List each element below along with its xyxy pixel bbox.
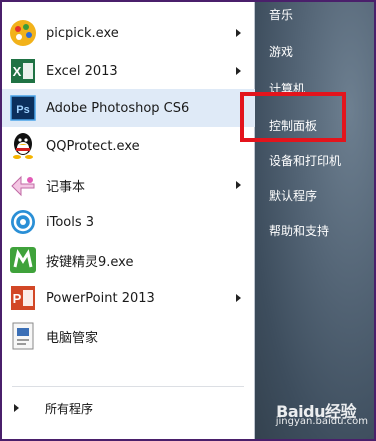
program-item-itools[interactable]: iTools 3 [2, 203, 255, 241]
separator [12, 386, 244, 387]
program-label: Adobe Photoshop CS6 [46, 100, 190, 116]
program-label: Excel 2013 [46, 63, 118, 79]
powerpoint-icon-glyph: P [13, 291, 22, 306]
watermark: Baidu经验 jingyan.baidu.com [250, 398, 374, 438]
program-item-notepad[interactable]: 记事本 [2, 166, 255, 204]
right-item-music[interactable]: 音乐 [269, 6, 293, 23]
highlight-box [240, 92, 346, 142]
program-label: iTools 3 [46, 214, 95, 230]
all-programs-button[interactable]: 所有程序 [2, 394, 255, 422]
program-item-excel[interactable]: X Excel 2013 [2, 52, 255, 90]
program-item-powerpoint[interactable]: P PowerPoint 2013 [2, 279, 255, 317]
program-label: 按键精灵9.exe [46, 254, 134, 270]
submenu-arrow-icon[interactable] [236, 67, 241, 75]
program-item-photoshop[interactable]: Ps Adobe Photoshop CS6 [2, 89, 255, 127]
anjian-icon [7, 244, 39, 276]
program-label: picpick.exe [46, 25, 119, 41]
right-item-games[interactable]: 游戏 [269, 43, 293, 60]
photoshop-icon: Ps [7, 92, 39, 124]
program-item-anjian[interactable]: 按键精灵9.exe [2, 241, 255, 279]
right-item-devices-printers[interactable]: 设备和打印机 [269, 152, 341, 169]
all-programs-arrow-icon [14, 404, 19, 412]
program-item-picpick[interactable]: picpick.exe [2, 14, 255, 52]
program-item-qqprotect[interactable]: QQProtect.exe [2, 127, 255, 165]
all-programs-label: 所有程序 [45, 402, 94, 416]
watermark-url: jingyan.baidu.com [275, 416, 368, 427]
excel-icon: X [7, 55, 39, 87]
program-label: QQProtect.exe [46, 138, 140, 154]
program-label: 电脑管家 [46, 330, 99, 346]
right-item-default-programs[interactable]: 默认程序 [269, 187, 317, 204]
program-label: PowerPoint 2013 [46, 290, 155, 306]
notepad-icon [7, 169, 39, 201]
submenu-arrow-icon[interactable] [236, 294, 241, 302]
program-item-pc-manager[interactable]: 电脑管家 [2, 317, 255, 355]
start-menu-programs-pane: picpick.exe X Excel 2013 Ps Adobe Photos… [2, 0, 255, 439]
photoshop-icon-glyph: Ps [16, 104, 29, 116]
pc-manager-icon [7, 320, 39, 352]
start-menu-places-pane: 音乐 游戏 计算机 控制面板 设备和打印机 默认程序 帮助和支持 [255, 0, 374, 439]
qq-icon [7, 130, 39, 162]
powerpoint-icon: P [7, 282, 39, 314]
submenu-arrow-icon[interactable] [236, 181, 241, 189]
picpick-icon [7, 17, 39, 49]
excel-icon-glyph: X [13, 64, 22, 79]
program-label: 记事本 [46, 179, 86, 195]
submenu-arrow-icon[interactable] [236, 29, 241, 37]
itools-icon [7, 206, 39, 238]
right-item-help-support[interactable]: 帮助和支持 [269, 222, 329, 239]
